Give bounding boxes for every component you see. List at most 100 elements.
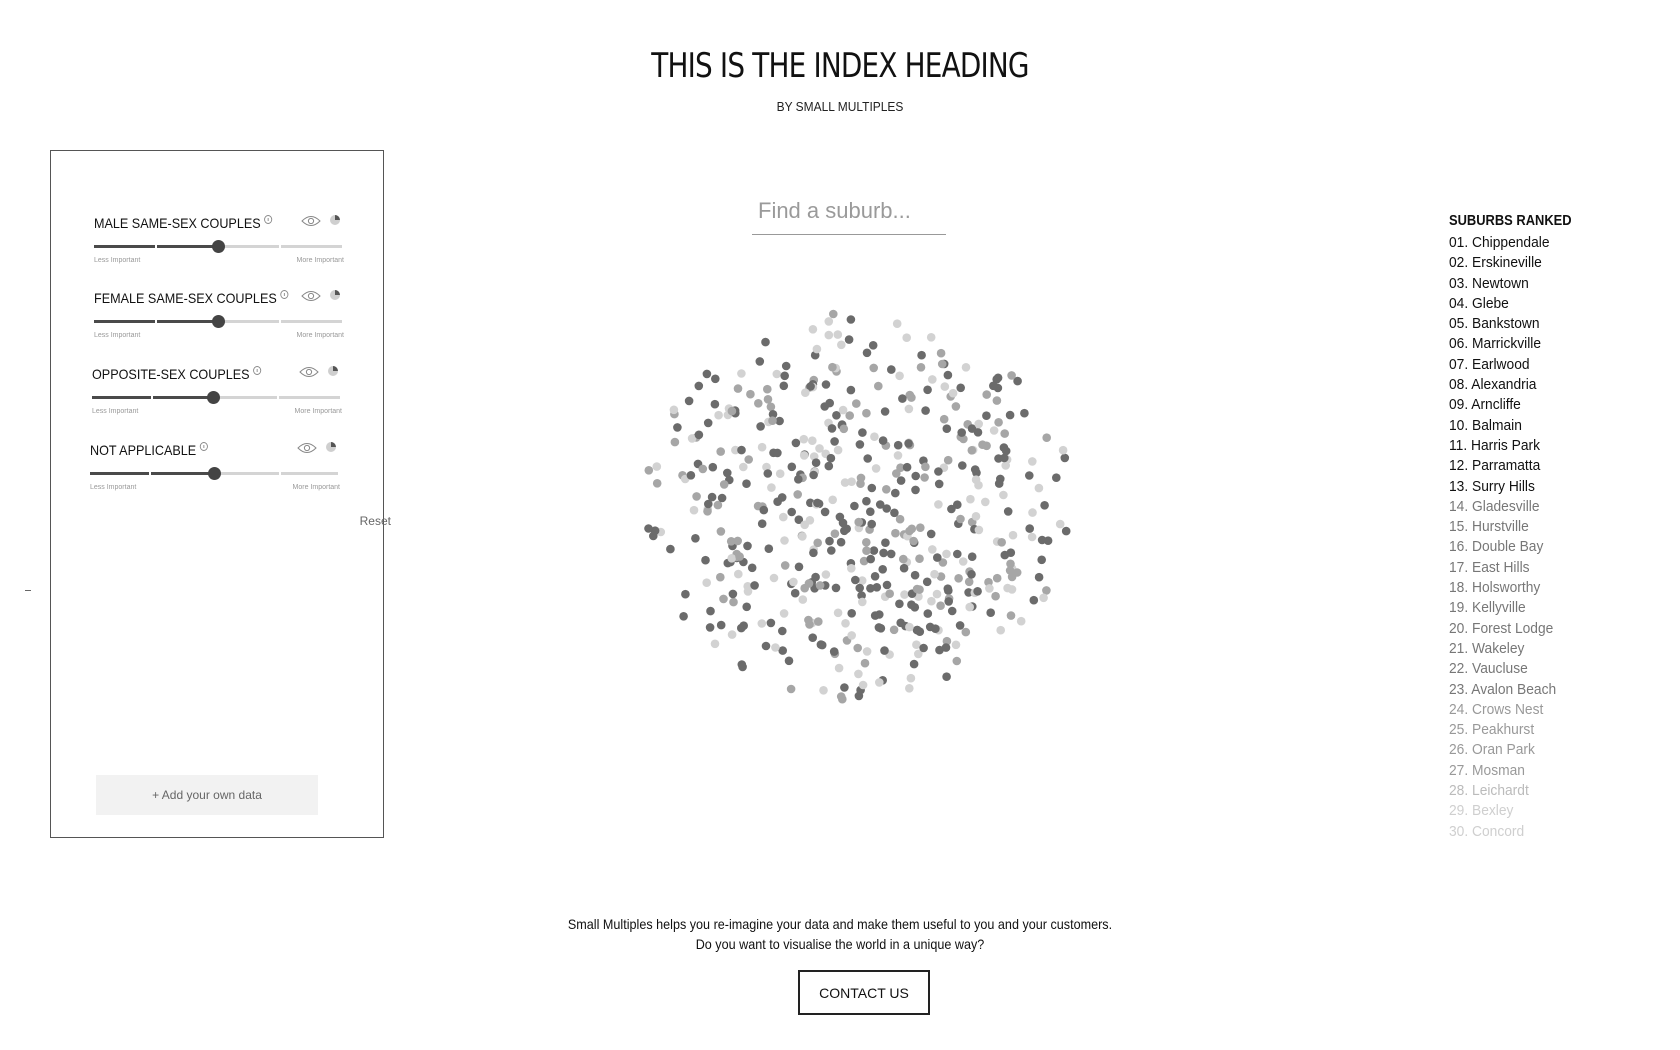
suburb-dot[interactable]: [931, 624, 940, 633]
suburb-dot[interactable]: [746, 389, 755, 399]
pie-chart-icon[interactable]: [325, 441, 337, 453]
suburb-dot[interactable]: [999, 490, 1008, 500]
slider-handle[interactable]: [212, 240, 225, 253]
ranking-item[interactable]: 14. Gladesville: [1449, 497, 1651, 517]
suburb-dot[interactable]: [902, 462, 912, 472]
suburb-dot[interactable]: [1028, 508, 1037, 517]
suburb-dot[interactable]: [948, 388, 958, 398]
suburb-dot[interactable]: [839, 424, 849, 434]
suburb-dot[interactable]: [868, 341, 878, 350]
suburb-dot[interactable]: [951, 640, 961, 650]
suburb-dot[interactable]: [905, 684, 914, 693]
suburb-dot[interactable]: [833, 608, 843, 618]
suburb-dot[interactable]: [867, 519, 876, 529]
suburb-dot[interactable]: [862, 408, 871, 418]
pie-chart-icon[interactable]: [329, 214, 341, 226]
suburb-dot[interactable]: [817, 640, 827, 650]
suburb-dot[interactable]: [966, 494, 975, 504]
suburb-dot[interactable]: [916, 363, 926, 372]
suburb-dot[interactable]: [937, 359, 947, 369]
suburb-dot[interactable]: [986, 608, 995, 617]
suburb-dot[interactable]: [917, 350, 926, 360]
suburb-dot[interactable]: [761, 641, 771, 651]
suburb-dot[interactable]: [757, 519, 767, 528]
suburb-dot[interactable]: [904, 439, 913, 448]
suburb-dot[interactable]: [893, 451, 903, 460]
suburb-dot[interactable]: [978, 440, 987, 449]
ranking-item[interactable]: 17. East Hills: [1449, 558, 1651, 578]
suburb-dot[interactable]: [866, 584, 875, 593]
suburb-dot[interactable]: [855, 583, 864, 593]
suburb-dot[interactable]: [780, 371, 789, 381]
suburb-dot[interactable]: [755, 357, 765, 366]
suburb-dot[interactable]: [891, 488, 900, 498]
suburb-dot[interactable]: [895, 371, 904, 381]
suburb-dot[interactable]: [743, 587, 753, 596]
suburb-dot[interactable]: [773, 448, 782, 458]
suburb-dot[interactable]: [793, 490, 802, 499]
suburb-dot[interactable]: [798, 595, 808, 604]
suburb-dot[interactable]: [791, 438, 801, 448]
suburb-dot[interactable]: [943, 584, 953, 593]
suburb-dot[interactable]: [1055, 519, 1065, 529]
suburb-dot[interactable]: [943, 455, 953, 465]
eye-icon[interactable]: [299, 366, 319, 378]
suburb-dot[interactable]: [679, 612, 688, 621]
suburb-dot[interactable]: [737, 445, 746, 455]
suburb-dot[interactable]: [982, 390, 991, 399]
suburb-dot[interactable]: [1040, 501, 1049, 510]
suburb-dot[interactable]: [895, 514, 905, 524]
suburb-dot[interactable]: [916, 523, 925, 532]
pie-chart-icon[interactable]: [329, 289, 341, 301]
suburb-dot[interactable]: [684, 396, 694, 406]
suburb-dot[interactable]: [691, 534, 700, 543]
suburb-dot[interactable]: [716, 620, 726, 630]
ranking-item[interactable]: 19. Kellyville: [1449, 598, 1651, 618]
suburb-dot[interactable]: [772, 369, 782, 379]
suburb-dot[interactable]: [880, 407, 890, 416]
suburb-dot[interactable]: [824, 461, 834, 471]
suburb-dot[interactable]: [932, 589, 942, 599]
suburb-dot[interactable]: [821, 380, 831, 389]
suburb-dot[interactable]: [941, 643, 951, 652]
suburb-dot[interactable]: [833, 445, 843, 455]
ranking-item[interactable]: 07. Earlwood: [1449, 355, 1651, 375]
suburb-dot[interactable]: [902, 333, 911, 342]
suburb-dot[interactable]: [870, 432, 879, 441]
suburb-dot[interactable]: [1037, 555, 1046, 565]
reset-button[interactable]: Reset: [311, 514, 391, 528]
suburb-dot[interactable]: [733, 536, 742, 546]
suburb-dot[interactable]: [820, 507, 830, 517]
suburb-dot[interactable]: [716, 572, 725, 582]
ranking-item[interactable]: 21. Wakeley: [1449, 639, 1651, 659]
suburb-dot[interactable]: [1000, 429, 1009, 438]
suburb-dot[interactable]: [768, 416, 777, 425]
suburb-dot[interactable]: [708, 462, 718, 472]
suburb-dot[interactable]: [1006, 559, 1015, 569]
suburb-dot[interactable]: [809, 470, 818, 480]
suburb-dot[interactable]: [1029, 595, 1039, 605]
suburb-dot[interactable]: [781, 361, 791, 371]
suburb-dot[interactable]: [1034, 483, 1044, 493]
suburb-dot[interactable]: [779, 609, 789, 618]
suburb-dot[interactable]: [827, 424, 837, 433]
suburb-dot[interactable]: [786, 684, 796, 694]
suburb-dot[interactable]: [921, 406, 930, 415]
suburb-dot[interactable]: [958, 557, 968, 566]
ranking-item[interactable]: 11. Harris Park: [1449, 436, 1651, 456]
suburb-dot[interactable]: [862, 538, 871, 547]
suburb-dot[interactable]: [714, 410, 723, 420]
suburb-dot[interactable]: [705, 623, 715, 632]
suburb-dot[interactable]: [827, 546, 836, 555]
ranking-item[interactable]: 03. Newtown: [1449, 274, 1651, 294]
slider-handle[interactable]: [207, 391, 220, 404]
suburb-dot[interactable]: [673, 423, 682, 432]
suburb-dot[interactable]: [831, 583, 841, 593]
ranking-item[interactable]: 08. Alexandria: [1449, 375, 1651, 395]
suburb-dot[interactable]: [784, 656, 794, 666]
suburb-dot[interactable]: [906, 673, 916, 683]
suburb-dot[interactable]: [996, 625, 1005, 635]
suburb-dot[interactable]: [1028, 457, 1037, 466]
suburb-dot[interactable]: [763, 469, 773, 478]
suburb-dot[interactable]: [862, 546, 871, 555]
